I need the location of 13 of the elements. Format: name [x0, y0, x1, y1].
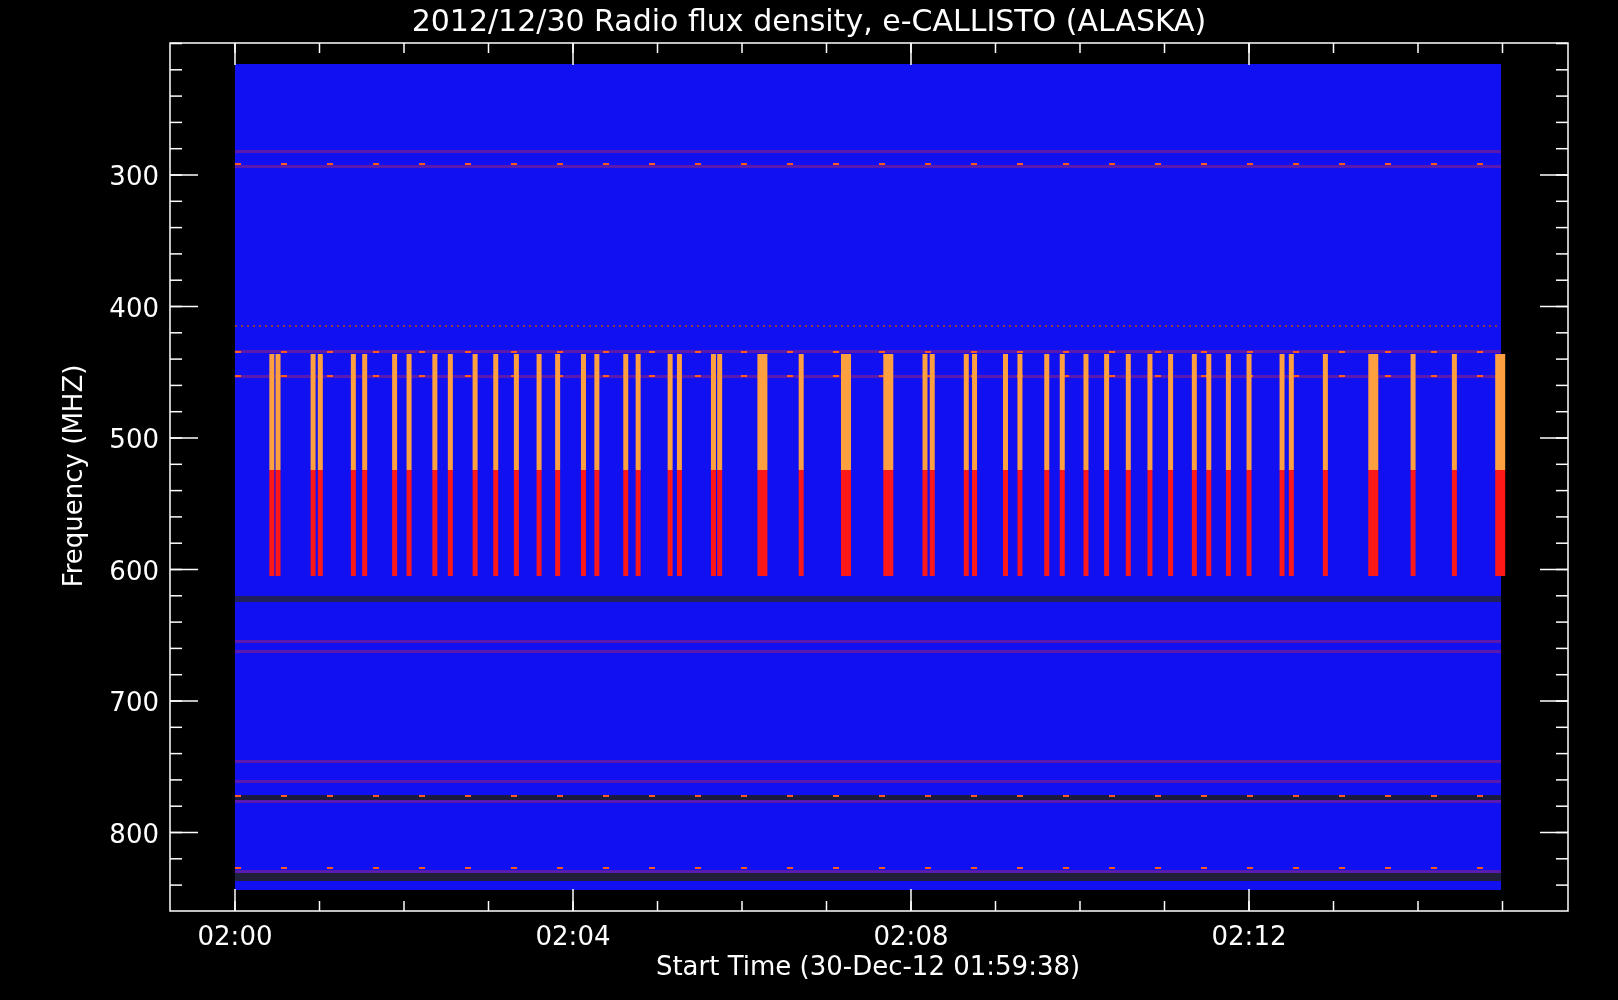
y-tick-label: 400 — [109, 292, 159, 323]
x-axis-label: Start Time (30-Dec-12 01:59:38) — [655, 951, 1081, 981]
y-tick-label: 600 — [109, 555, 159, 586]
x-tick-label: 02:08 — [873, 921, 949, 951]
y-axis-label: Frequency (MHZ) — [58, 364, 88, 588]
x-tick-label: 02:00 — [197, 921, 273, 951]
x-tick-label: 02:04 — [535, 921, 611, 951]
plot-title: 2012/12/30 Radio flux density, e-CALLISTO (ALASKA) — [411, 3, 1207, 38]
y-tick-label: 800 — [109, 818, 159, 849]
y-tick-label: 500 — [109, 424, 159, 454]
y-tick-label: 700 — [109, 687, 159, 717]
y-tick-label: 300 — [109, 161, 159, 191]
x-tick-label: 02:12 — [1211, 921, 1287, 951]
